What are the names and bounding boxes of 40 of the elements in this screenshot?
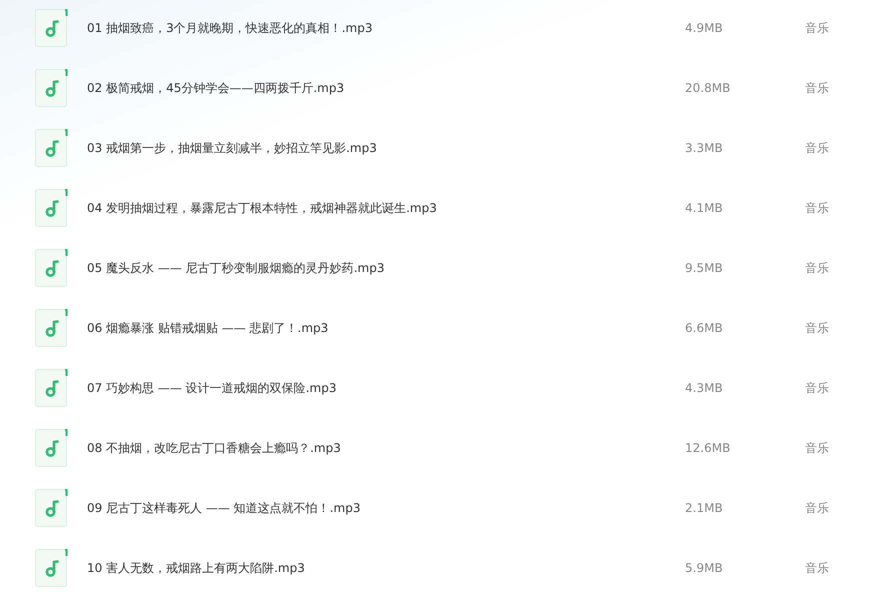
file-name[interactable]: 02 极简戒烟，45分钟学会——四两拨千斤.mp3 — [87, 80, 685, 96]
file-name[interactable]: 05 魔头反水 —— 尼古丁秒变制服烟瘾的灵丹妙药.mp3 — [87, 260, 685, 276]
music-file-icon — [35, 308, 68, 348]
file-name[interactable]: 10 害人无数，戒烟路上有两大陷阱.mp3 — [87, 560, 685, 576]
music-file-icon — [35, 368, 68, 408]
music-file-icon — [35, 188, 68, 228]
file-size: 2.1MB — [685, 501, 724, 515]
file-type: 音乐 — [805, 260, 829, 276]
file-type: 音乐 — [805, 200, 829, 216]
file-size: 4.1MB — [685, 201, 724, 215]
file-type: 音乐 — [805, 320, 829, 336]
file-size: 3.3MB — [685, 141, 724, 155]
file-name[interactable]: 07 巧妙构思 —— 设计一道戒烟的双保险.mp3 — [87, 380, 685, 396]
file-size: 12.6MB — [685, 441, 732, 455]
file-size: 4.3MB — [685, 381, 724, 395]
music-file-icon — [35, 68, 68, 108]
music-file-icon — [35, 128, 68, 168]
music-file-icon — [35, 488, 68, 528]
file-size: 20.8MB — [685, 81, 732, 95]
file-size: 4.9MB — [685, 21, 724, 35]
file-name[interactable]: 03 戒烟第一步，抽烟量立刻减半，妙招立竿见影.mp3 — [87, 140, 685, 156]
file-name[interactable]: 01 抽烟致癌，3个月就晚期，快速恶化的真相！.mp3 — [87, 20, 685, 36]
file-size: 6.6MB — [685, 321, 724, 335]
file-type: 音乐 — [805, 80, 829, 96]
file-type: 音乐 — [805, 140, 829, 156]
file-size: 5.9MB — [685, 561, 724, 575]
file-type: 音乐 — [805, 20, 829, 36]
file-name[interactable]: 08 不抽烟，改吃尼古丁口香糖会上瘾吗？.mp3 — [87, 440, 685, 456]
file-name[interactable]: 04 发明抽烟过程，暴露尼古丁根本特性，戒烟神器就此诞生.mp3 — [87, 200, 685, 216]
file-type: 音乐 — [805, 440, 829, 456]
file-name[interactable]: 09 尼古丁这样毒死人 —— 知道这点就不怕！.mp3 — [87, 500, 685, 516]
music-file-icon — [35, 548, 68, 588]
file-name[interactable]: 06 烟瘾暴涨 贴错戒烟贴 —— 悲剧了！.mp3 — [87, 320, 685, 336]
file-size: 9.5MB — [685, 261, 724, 275]
file-type: 音乐 — [805, 560, 829, 576]
music-file-icon — [35, 428, 68, 468]
music-file-icon — [35, 8, 68, 48]
music-file-icon — [35, 248, 68, 288]
file-type: 音乐 — [805, 500, 829, 516]
file-type: 音乐 — [805, 380, 829, 396]
